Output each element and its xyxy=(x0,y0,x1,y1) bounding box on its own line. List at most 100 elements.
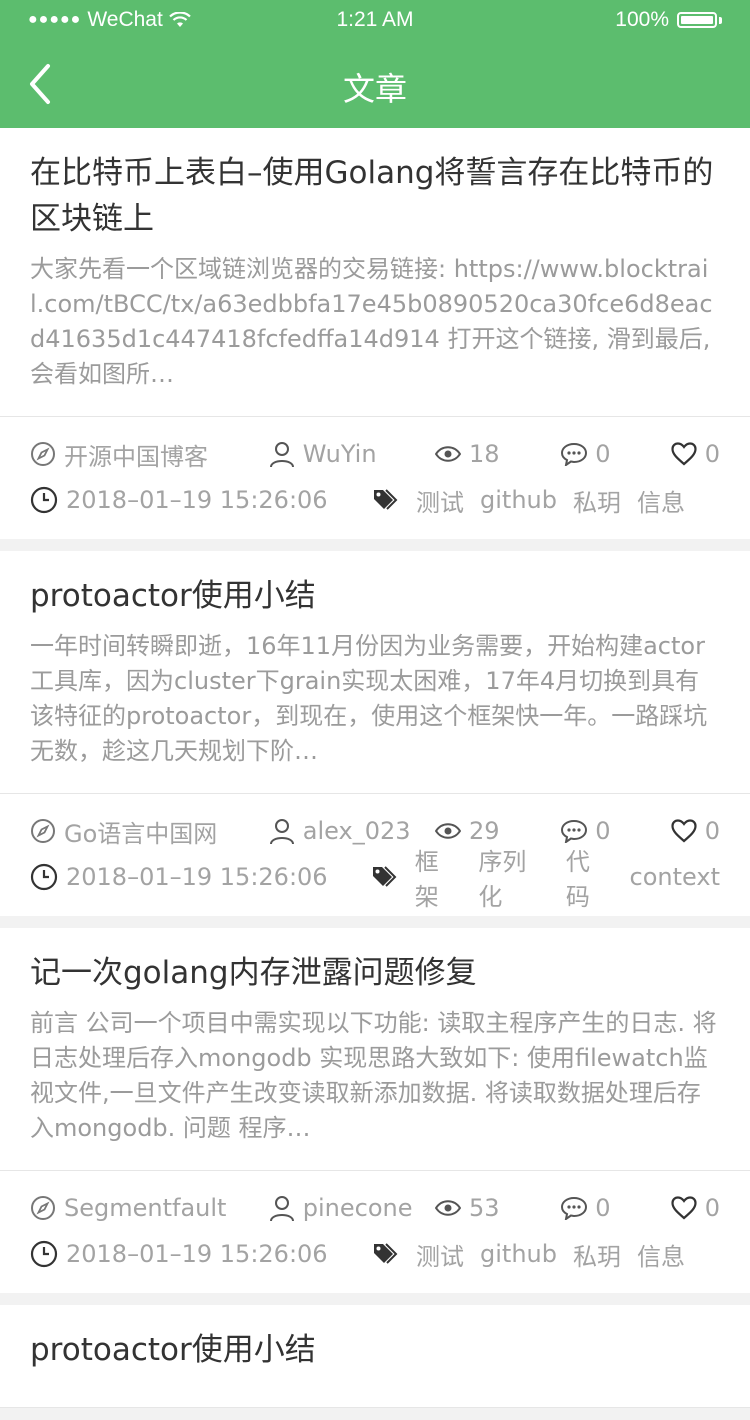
user-icon xyxy=(269,1196,294,1222)
clock-icon xyxy=(30,863,58,891)
article-views: 29 xyxy=(434,817,561,845)
source-label: Segmentfault xyxy=(64,1194,227,1222)
tag-icon xyxy=(374,489,398,510)
article-author: WuYin xyxy=(269,440,435,468)
comments-count: 0 xyxy=(595,817,611,845)
article-summary: 一年时间转瞬即逝，16年11月份因为业务需要，开始构建actor工具库，因为cl… xyxy=(30,632,708,765)
tag-item[interactable]: 私玥 xyxy=(573,483,621,518)
tag-item[interactable]: 测试 xyxy=(416,1237,464,1272)
article-tags: 框架 序列化 代码 context xyxy=(371,842,720,912)
article-tags: 测试 github 私玥 信息 xyxy=(372,1237,685,1272)
nav-bar: 文章 xyxy=(0,40,750,128)
likes-count: 0 xyxy=(704,817,721,845)
article-author: alex_023 xyxy=(269,817,435,845)
tag-item[interactable]: 信息 xyxy=(637,483,685,518)
article-meta: Go语言中国网 alex_023 29 0 0 2018–01–19 15:26… xyxy=(0,794,750,916)
article-summary: 大家先看一个区域链浏览器的交易链接: https://www.blocktrai… xyxy=(30,255,713,388)
tag-item[interactable]: 信息 xyxy=(637,1237,685,1272)
eye-icon xyxy=(434,446,461,462)
clock-icon xyxy=(30,486,58,514)
article-card[interactable]: protoactor使用小结 一年时间转瞬即逝，16年11月份因为业务需要，开始… xyxy=(0,551,750,916)
tag-item[interactable]: 序列化 xyxy=(478,842,549,912)
tag-icon xyxy=(372,866,397,887)
views-count: 18 xyxy=(468,440,500,468)
compass-icon xyxy=(31,1196,55,1220)
meta-row-date-tags: 2018–01–19 15:26:06 测试 github 私玥 信息 xyxy=(30,1231,720,1277)
views-count: 53 xyxy=(468,1194,500,1222)
article-summary: 前言 公司一个项目中需实现以下功能: 读取主程序产生的日志. 将日志处理后存入m… xyxy=(30,1009,717,1142)
article-likes[interactable]: 0 xyxy=(671,817,720,845)
eye-icon xyxy=(434,1200,461,1216)
article-date: 2018–01–19 15:26:06 xyxy=(30,486,372,514)
tag-item[interactable]: github xyxy=(480,486,557,514)
comment-icon xyxy=(561,819,588,843)
article-source: 开源中国博客 xyxy=(30,437,269,472)
author-label: pinecone xyxy=(302,1194,413,1222)
article-comments[interactable]: 0 xyxy=(561,817,670,845)
heart-icon xyxy=(671,819,697,843)
views-count: 29 xyxy=(468,817,500,845)
battery-percent: 100% xyxy=(615,8,669,31)
article-source: Segmentfault xyxy=(30,1194,269,1222)
article-body[interactable]: protoactor使用小结 xyxy=(0,1305,750,1408)
tag-item[interactable]: context xyxy=(630,863,720,891)
author-label: alex_023 xyxy=(302,817,411,845)
compass-icon xyxy=(31,442,55,466)
author-label: WuYin xyxy=(302,440,377,468)
article-title[interactable]: protoactor使用小结 xyxy=(30,573,720,619)
article-title[interactable]: 在比特币上表白–使用Golang将誓言存在比特币的区块链上 xyxy=(30,150,720,242)
article-date: 2018–01–19 15:26:06 xyxy=(30,863,371,891)
article-body[interactable]: 在比特币上表白–使用Golang将誓言存在比特币的区块链上 大家先看一个区域链浏… xyxy=(0,128,750,417)
article-source: Go语言中国网 xyxy=(30,814,269,849)
date-label: 2018–01–19 15:26:06 xyxy=(66,486,328,514)
tag-item[interactable]: github xyxy=(480,1240,557,1268)
meta-row-date-tags: 2018–01–19 15:26:06 框架 序列化 代码 context xyxy=(30,848,720,911)
date-label: 2018–01–19 15:26:06 xyxy=(66,863,328,891)
status-bar: ●●●●● WeChat 1:21 AM 100% xyxy=(0,0,750,40)
article-card[interactable]: protoactor使用小结 xyxy=(0,1305,750,1408)
battery-icon xyxy=(677,12,717,28)
user-icon xyxy=(269,819,294,845)
article-meta: 开源中国博客 WuYin 18 0 0 2018–01–19 15:26:06 … xyxy=(0,417,750,539)
source-label: Go语言中国网 xyxy=(64,819,218,848)
clock-icon xyxy=(30,1240,58,1268)
meta-row-stats: Segmentfault pinecone 53 0 0 xyxy=(30,1185,720,1231)
comment-icon xyxy=(561,442,588,466)
heart-icon xyxy=(671,1196,697,1220)
battery-tip xyxy=(719,16,722,24)
article-card[interactable]: 在比特币上表白–使用Golang将誓言存在比特币的区块链上 大家先看一个区域链浏… xyxy=(0,128,750,539)
article-comments[interactable]: 0 xyxy=(561,1194,670,1222)
article-list: 在比特币上表白–使用Golang将誓言存在比特币的区块链上 大家先看一个区域链浏… xyxy=(0,128,750,1420)
comments-count: 0 xyxy=(595,440,611,468)
tag-item[interactable]: 测试 xyxy=(416,483,464,518)
article-likes[interactable]: 0 xyxy=(671,440,720,468)
article-title[interactable]: 记一次golang内存泄露问题修复 xyxy=(30,950,720,996)
eye-icon xyxy=(434,823,461,839)
page-title: 文章 xyxy=(342,70,407,108)
compass-icon xyxy=(31,819,55,843)
article-views: 18 xyxy=(434,440,561,468)
article-meta: Segmentfault pinecone 53 0 0 2018–01–19 … xyxy=(0,1171,750,1293)
article-views: 53 xyxy=(434,1194,561,1222)
tag-item[interactable]: 框架 xyxy=(415,842,463,912)
source-label: 开源中国博客 xyxy=(64,442,208,471)
article-body[interactable]: protoactor使用小结 一年时间转瞬即逝，16年11月份因为业务需要，开始… xyxy=(0,551,750,794)
battery-group: 100% xyxy=(615,8,722,32)
article-likes[interactable]: 0 xyxy=(671,1194,720,1222)
article-body[interactable]: 记一次golang内存泄露问题修复 前言 公司一个项目中需实现以下功能: 读取主… xyxy=(0,928,750,1171)
likes-count: 0 xyxy=(704,440,721,468)
article-card[interactable]: 记一次golang内存泄露问题修复 前言 公司一个项目中需实现以下功能: 读取主… xyxy=(0,928,750,1293)
user-icon xyxy=(269,442,294,468)
tag-item[interactable]: 代码 xyxy=(566,842,614,912)
article-author: pinecone xyxy=(269,1194,435,1222)
likes-count: 0 xyxy=(704,1194,721,1222)
date-label: 2018–01–19 15:26:06 xyxy=(66,1240,328,1268)
tag-icon xyxy=(374,1243,398,1264)
meta-row-date-tags: 2018–01–19 15:26:06 测试 github 私玥 信息 xyxy=(30,477,720,523)
article-date: 2018–01–19 15:26:06 xyxy=(30,1240,372,1268)
heart-icon xyxy=(671,442,697,466)
comments-count: 0 xyxy=(595,1194,611,1222)
article-tags: 测试 github 私玥 信息 xyxy=(372,483,685,518)
tag-item[interactable]: 私玥 xyxy=(573,1237,621,1272)
article-comments[interactable]: 0 xyxy=(561,440,670,468)
